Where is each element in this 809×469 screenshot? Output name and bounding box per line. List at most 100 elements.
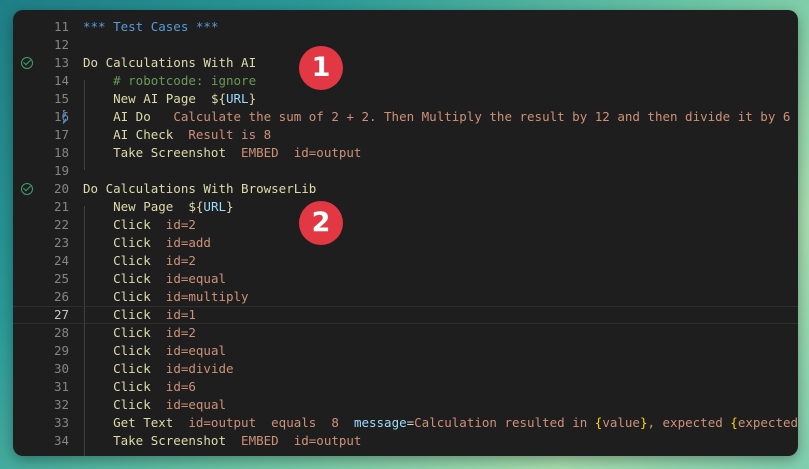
code-text[interactable]: Click id=multiply [83, 288, 249, 306]
code-line[interactable]: 16 AI Do Calculate the sum of 2 + 2. The… [13, 108, 798, 126]
code-text[interactable]: Click id=divide [83, 360, 233, 378]
line-number: 23 [53, 235, 69, 250]
code-text[interactable]: Click id=2 [83, 216, 196, 234]
code-text[interactable]: Take Screenshot EMBED id=output [83, 144, 361, 162]
code-token: value [602, 415, 640, 430]
code-text[interactable]: Click id=equal [83, 270, 226, 288]
line-number: 26 [53, 289, 69, 304]
gutter [13, 234, 27, 252]
code-line[interactable]: 20 Do Calculations With BrowserLib [13, 180, 798, 198]
code-text[interactable]: Click id=equal [83, 342, 226, 360]
code-token: } [226, 199, 234, 214]
line-number: 12 [53, 37, 69, 52]
code-text[interactable]: New AI Page ${URL} [83, 90, 256, 108]
line-number: 27 [53, 307, 69, 322]
code-token: id=add [165, 235, 211, 250]
code-line[interactable]: 13 Do Calculations With AI [13, 54, 798, 72]
line-number: 29 [53, 343, 69, 358]
code-token: message [353, 415, 407, 430]
code-line[interactable]: 21 New Page ${URL} [13, 198, 798, 216]
code-token: Take Screenshot [83, 145, 242, 160]
code-token: Do Calculations With AI [83, 55, 257, 70]
code-line[interactable]: 27 Click id=1 [13, 306, 798, 324]
code-text[interactable]: Click id=1 [83, 307, 196, 323]
code-token: id=2 [165, 253, 196, 268]
code-text[interactable]: AI Do Calculate the sum of 2 + 2. Then M… [83, 108, 790, 126]
code-editor[interactable]: 11 *** Test Cases *** 12 13 Do Calculations … [13, 10, 798, 456]
code-token: *** Test Cases *** [83, 19, 219, 34]
code-text[interactable]: Click id=add [83, 234, 211, 252]
code-text[interactable]: Get Text id=output equals 8 message=Calc… [83, 414, 798, 432]
code-line[interactable]: 25 Click id=equal [13, 270, 798, 288]
code-token: # robotcode: ignore [83, 73, 257, 88]
code-line[interactable]: 26 Click id=multiply [13, 288, 798, 306]
code-line[interactable]: 11 *** Test Cases *** [13, 18, 798, 36]
line-number: 14 [53, 73, 69, 88]
code-token: Take Screenshot [83, 433, 242, 448]
gutter [13, 288, 27, 306]
code-line[interactable]: 23 Click id=add [13, 234, 798, 252]
code-token: ${ [188, 199, 204, 214]
code-line[interactable]: 30 Click id=divide [13, 360, 798, 378]
code-line[interactable]: 31 Click id=6 [13, 378, 798, 396]
line-number: 30 [53, 361, 69, 376]
gutter [13, 270, 27, 288]
gutter [13, 342, 27, 360]
code-line[interactable]: 14 # robotcode: ignore [13, 72, 798, 90]
code-text[interactable]: Click id=equal [83, 396, 226, 414]
code-line[interactable]: 22 Click id=2 [13, 216, 798, 234]
code-line[interactable]: 34 Take Screenshot EMBED id=output [13, 432, 798, 450]
gutter [13, 414, 27, 432]
code-token: id=1 [165, 307, 196, 322]
line-number: 31 [53, 379, 69, 394]
line-number: 25 [53, 271, 69, 286]
line-number: 21 [53, 199, 69, 214]
code-token: Click [83, 361, 166, 376]
code-token: EMBED id=output [241, 433, 362, 448]
code-text[interactable]: Do Calculations With BrowserLib [83, 180, 316, 198]
line-number: 13 [53, 55, 69, 70]
code-text[interactable]: Click id=2 [83, 252, 196, 270]
code-token: id=2 [165, 325, 196, 340]
code-line[interactable]: 32 Click id=equal [13, 396, 798, 414]
code-text[interactable]: Take Screenshot EMBED id=output [83, 432, 361, 450]
gutter [13, 126, 27, 144]
code-text[interactable]: AI Check Result is 8 [83, 126, 271, 144]
code-line[interactable]: 29 Click id=equal [13, 342, 798, 360]
code-token: , expected [647, 415, 731, 430]
code-text[interactable]: *** Test Cases *** [83, 18, 218, 36]
code-token: Calculate the sum of 2 + 2. Then Multipl… [173, 109, 791, 124]
gutter [13, 324, 27, 342]
line-number: 22 [53, 217, 69, 232]
code-text[interactable]: Click id=6 [83, 378, 196, 396]
gutter [13, 360, 27, 378]
code-line[interactable]: 12 [13, 36, 798, 54]
code-token: Get Text [83, 415, 189, 430]
code-token: id=equal [165, 271, 227, 286]
code-text[interactable]: New Page ${URL} [83, 198, 234, 216]
code-line[interactable]: 18 Take Screenshot EMBED id=output [13, 144, 798, 162]
code-line[interactable]: 33 Get Text id=output equals 8 message=C… [13, 414, 798, 432]
gutter [13, 198, 27, 216]
modified-line-marker [63, 110, 66, 124]
code-line[interactable]: 24 Click id=2 [13, 252, 798, 270]
gutter [13, 396, 27, 414]
code-token: AI Do [83, 109, 174, 124]
code-token: Click [83, 271, 166, 286]
code-token: } [248, 91, 257, 106]
code-text[interactable]: Do Calculations With AI [83, 54, 256, 72]
code-line[interactable]: 19 [13, 162, 798, 180]
gutter [13, 252, 27, 270]
code-token: { [730, 415, 738, 430]
line-number: 19 [53, 163, 69, 178]
gutter [13, 307, 27, 325]
gutter [13, 180, 33, 198]
code-text[interactable]: # robotcode: ignore [83, 72, 256, 90]
gutter [13, 18, 27, 36]
code-line[interactable]: 28 Click id=2 [13, 324, 798, 342]
code-token: New AI Page [83, 91, 211, 106]
code-token: id=multiply [165, 289, 249, 304]
code-text[interactable]: Click id=2 [83, 324, 196, 342]
code-line[interactable]: 17 AI Check Result is 8 [13, 126, 798, 144]
code-line[interactable]: 15 New AI Page ${URL} [13, 90, 798, 108]
